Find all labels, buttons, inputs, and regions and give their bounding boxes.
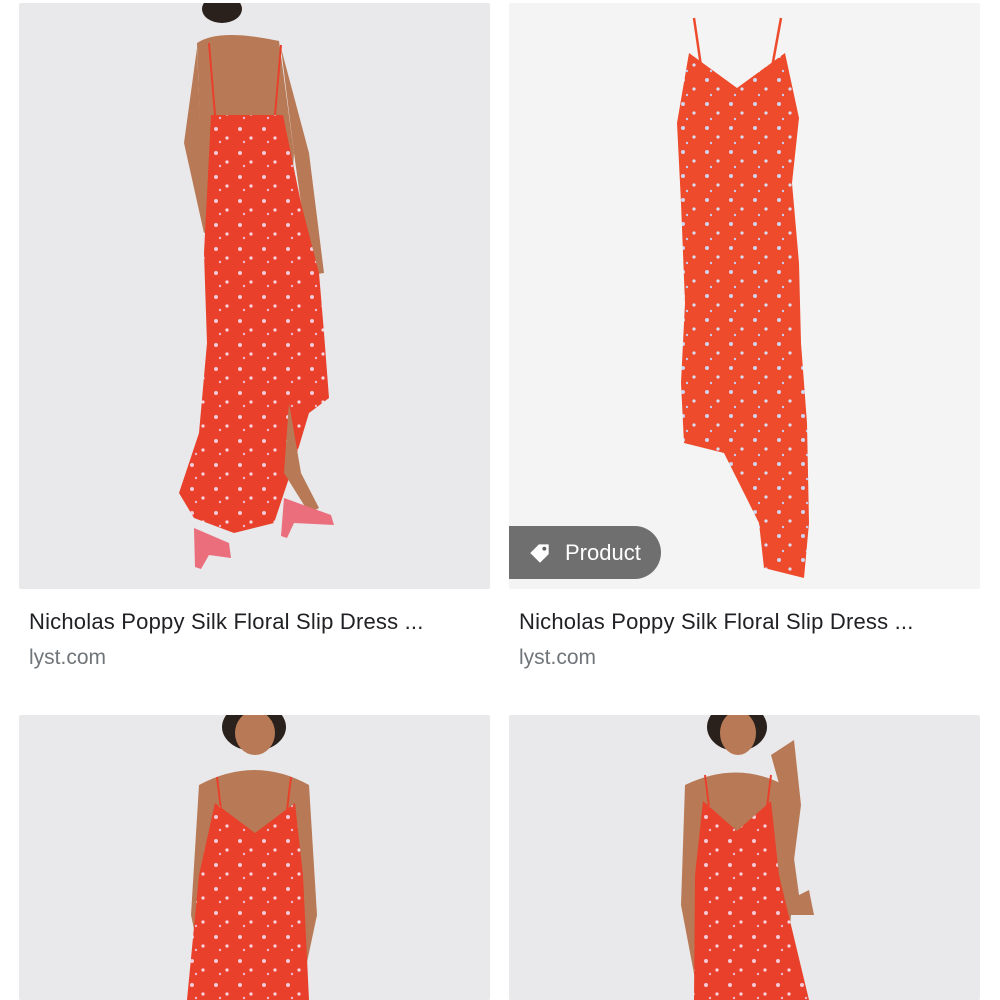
- result-image-3[interactable]: [19, 715, 490, 1000]
- result-card-2[interactable]: Product Nicholas Poppy Silk Floral Slip …: [509, 3, 980, 683]
- result-card-4[interactable]: [509, 715, 980, 1000]
- result-title-2[interactable]: Nicholas Poppy Silk Floral Slip Dress ..…: [519, 609, 979, 635]
- result-card-3[interactable]: [19, 715, 490, 1000]
- result-card-1[interactable]: Nicholas Poppy Silk Floral Slip Dress ..…: [19, 3, 490, 683]
- result-source-1[interactable]: lyst.com: [29, 646, 106, 670]
- result-image-2[interactable]: Product: [509, 3, 980, 589]
- product-badge-label: Product: [565, 539, 641, 565]
- result-title-1[interactable]: Nicholas Poppy Silk Floral Slip Dress ..…: [29, 609, 489, 635]
- tag-icon: [530, 543, 549, 563]
- result-image-1[interactable]: [19, 3, 490, 589]
- result-image-4[interactable]: [509, 715, 980, 1000]
- result-source-2[interactable]: lyst.com: [519, 646, 596, 670]
- product-badge: Product: [509, 526, 661, 579]
